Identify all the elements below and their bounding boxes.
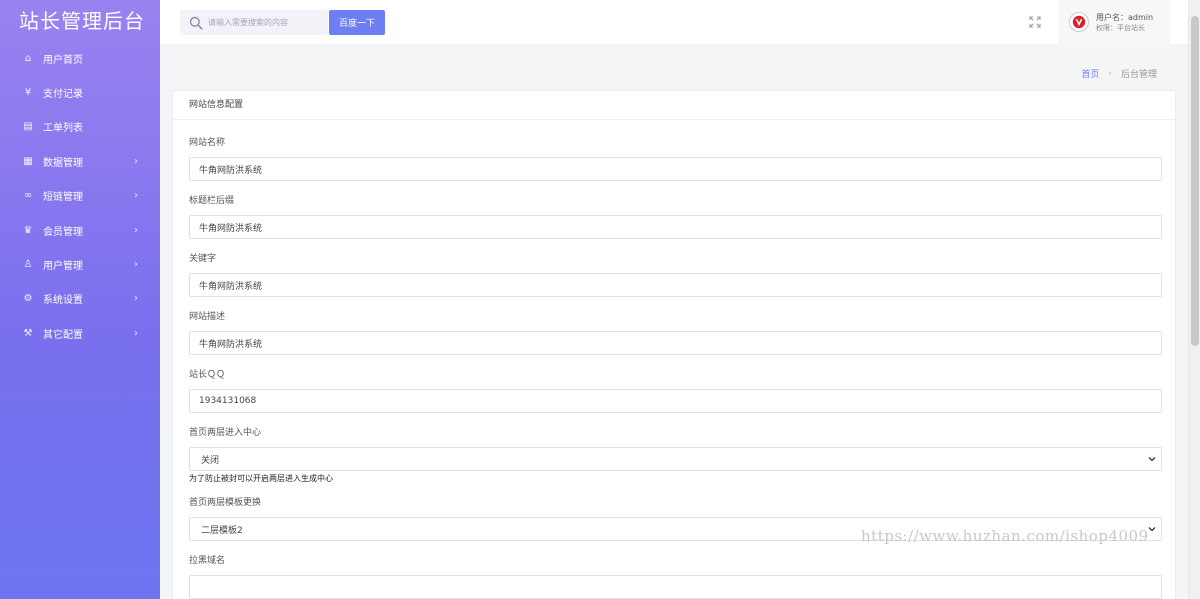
two-layer-select[interactable]: 关闭 [189,447,1162,471]
sidebar-item-4[interactable]: ∞ 短链管理 › [0,179,160,213]
user-role: 权限：平台站长 [1096,23,1145,32]
sidebar-item-label: 短链管理 [43,192,83,204]
chevron-down-icon [1148,525,1156,534]
chevron-right-icon: › [134,224,138,236]
site-name-input[interactable] [189,157,1162,181]
chevron-right-icon: › [134,190,138,202]
chevron-right-icon: › [134,155,138,167]
qq-input[interactable] [189,389,1162,413]
chevron-right-icon: › [134,259,138,271]
site-config-card: 网站信息配置 网站名称 标题栏后缀 关键字 网站描述 站长ＱＱ 首页两层进入中心… [172,90,1176,599]
sidebar-item-label: 用户管理 [43,261,83,273]
sidebar-menu: ⌂ 用户首页 ¥ 支付记录 ▤ 工单列表 ▦ 数据管理 › ∞ 短链管理 › ♛ 会员管理 › ♙ 用户管理 › ⚙… [0,41,160,351]
site-name-label: 网站名称 [189,138,226,148]
chevron-down-icon [1148,455,1156,464]
calendar-icon: ▦ [23,155,33,167]
two-layer-group: 首页两层进入中心 关闭 为了防止被封可以开启两层进入生成中心 [189,426,1162,484]
sidebar-item-2[interactable]: ▤ 工单列表 [0,110,160,144]
app-title: 站长管理后台 [19,9,145,33]
user-panel[interactable]: 用户名：admin 权限：平台站长 [1058,0,1170,44]
search-icon [186,13,206,33]
fullscreen-icon[interactable] [1027,14,1043,30]
blacklist-input[interactable] [189,575,1162,599]
breadcrumb-current: 后台管理 [1120,70,1157,80]
scrollbar-thumb[interactable] [1191,16,1199,346]
keywords-group: 关键字 [189,252,1162,297]
title-suffix-input[interactable] [189,215,1162,239]
tools-icon: ⚒ [23,327,33,339]
watermark-text: https://www.huzhan.com/ishop4009 [861,527,1149,545]
breadcrumb-home[interactable]: 首页 [1081,67,1099,80]
site-name-group: 网站名称 [189,136,1162,181]
breadcrumb-separator: › [1108,68,1112,79]
keywords-input[interactable] [189,273,1162,297]
qq-label: 站长ＱＱ [189,370,226,380]
title-suffix-group: 标题栏后缀 [189,194,1162,239]
title-suffix-label: 标题栏后缀 [189,196,235,206]
template-select-value: 二层模板2 [201,525,243,536]
sidebar-item-label: 其它配置 [43,329,83,341]
avatar [1069,12,1089,32]
top-header: 百度一下 用户名：admin 权限：平台站长 [160,0,1188,44]
sidebar-item-6[interactable]: ♙ 用户管理 › [0,247,160,281]
sidebar-item-label: 工单列表 [43,123,83,135]
search-box [180,10,328,35]
chevron-right-icon: › [134,327,138,339]
sidebar-item-label: 支付记录 [43,89,83,101]
sidebar-item-3[interactable]: ▦ 数据管理 › [0,144,160,178]
sidebar-item-0[interactable]: ⌂ 用户首页 [0,41,160,75]
template-label: 首页两层模板更换 [189,498,262,508]
sidebar-item-label: 会员管理 [43,226,83,238]
home-icon: ⌂ [24,52,32,64]
gear-icon: ⚙ [23,293,33,305]
search-button[interactable]: 百度一下 [329,10,385,35]
description-label: 网站描述 [189,312,226,322]
yen-icon: ¥ [24,87,32,99]
qq-group: 站长ＱＱ [189,368,1162,413]
sidebar-item-5[interactable]: ♛ 会员管理 › [0,213,160,247]
link-icon: ∞ [23,190,33,202]
sidebar: 站长管理后台 ⌂ 用户首页 ¥ 支付记录 ▤ 工单列表 ▦ 数据管理 › ∞ 短链管理 › ♛ 会员管理 ›… [0,0,160,599]
page-scrollbar[interactable] [1188,0,1200,599]
two-layer-help-text: 为了防止被封可以开启两层进入生成中心 [189,474,333,483]
keywords-label: 关键字 [189,254,217,264]
sidebar-item-1[interactable]: ¥ 支付记录 [0,75,160,109]
two-layer-select-value: 关闭 [201,455,220,466]
breadcrumb: 首页 › 后台管理 [1081,67,1157,81]
blacklist-label: 拉黑域名 [189,556,226,566]
sidebar-item-label: 系统设置 [43,295,83,307]
card-title: 网站信息配置 [173,91,1175,120]
chevron-right-icon: › [134,293,138,305]
two-layer-label: 首页两层进入中心 [189,428,262,438]
blacklist-group: 拉黑域名 [189,554,1162,599]
crown-icon: ♛ [23,224,33,236]
user-icon: ♙ [23,259,33,271]
description-input[interactable] [189,331,1162,355]
search-input[interactable] [208,18,318,27]
sidebar-item-label: 用户首页 [43,54,83,66]
description-group: 网站描述 [189,310,1162,355]
user-name: 用户名：admin [1096,12,1154,22]
sidebar-item-label: 数据管理 [43,157,83,169]
sidebar-item-8[interactable]: ⚒ 其它配置 › [0,316,160,350]
sidebar-item-7[interactable]: ⚙ 系统设置 › [0,282,160,316]
document-icon: ▤ [23,121,33,133]
